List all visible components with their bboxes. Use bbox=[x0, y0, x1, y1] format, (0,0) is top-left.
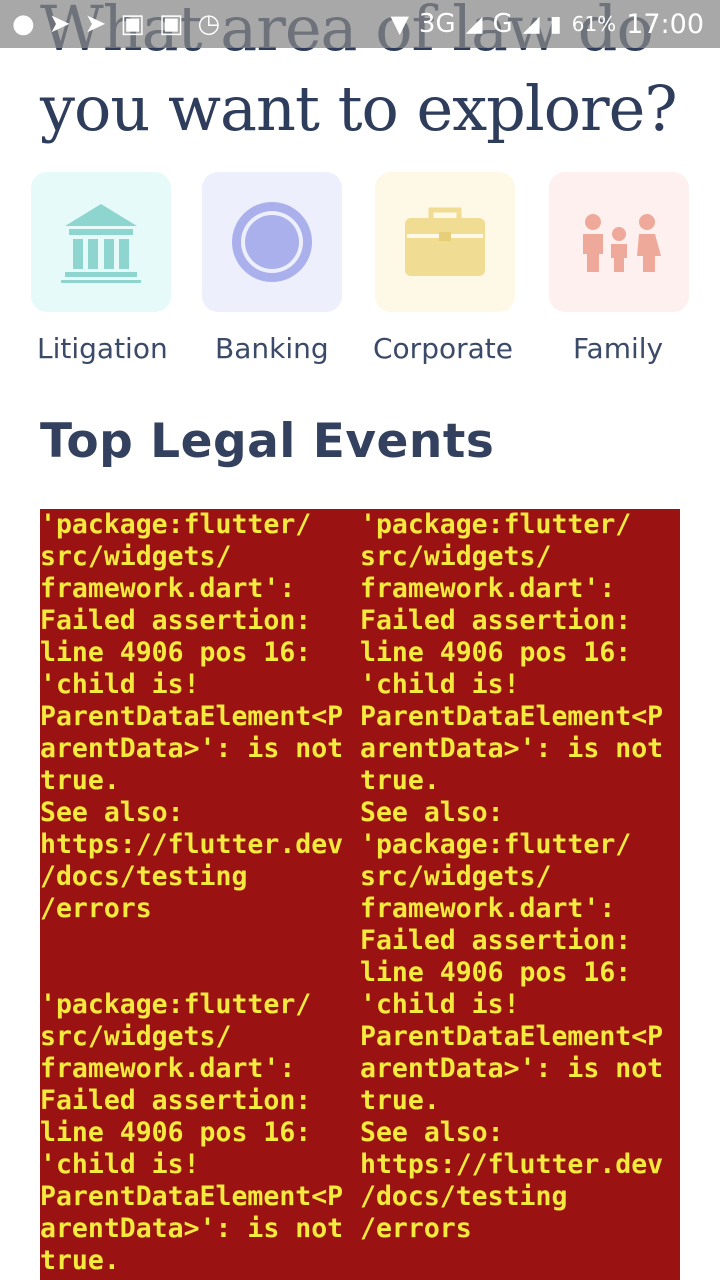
family-label: Family bbox=[573, 332, 664, 365]
banking-tile[interactable] bbox=[202, 172, 342, 312]
second-network-type: G bbox=[492, 9, 513, 39]
battery-level: 61% bbox=[571, 12, 617, 36]
family-tile[interactable] bbox=[549, 172, 689, 312]
telegram-icon: ➤ bbox=[84, 9, 107, 39]
cart-icon: ▣ bbox=[158, 9, 184, 39]
alarm-icon: ◷ bbox=[197, 9, 221, 39]
error-text-left: 'package:flutter/ src/widgets/ framework… bbox=[40, 509, 344, 1276]
corporate-tile[interactable] bbox=[375, 172, 515, 312]
briefcase-icon bbox=[405, 207, 485, 276]
page-heading-line-2: you want to explore? bbox=[40, 72, 678, 145]
corporate-label: Corporate bbox=[373, 332, 513, 365]
signal-icon: ◢ bbox=[522, 11, 540, 37]
status-bar: ● ➤ ➤ ▣ ▣ ◷ ▼ 3G ◢ G ◢ ▮ 61% 17:00 bbox=[0, 0, 720, 48]
signal-icon: ◢ bbox=[465, 11, 483, 37]
litigation-tile[interactable] bbox=[31, 172, 171, 312]
wifi-icon: ▼ bbox=[390, 10, 409, 38]
law-area-categories: Litigation Banking Corporate Family bbox=[0, 172, 720, 392]
family-icon bbox=[583, 214, 661, 272]
status-right: ▼ 3G ◢ G ◢ ▮ 61% 17:00 bbox=[390, 6, 704, 42]
telegram-icon: ➤ bbox=[48, 9, 71, 39]
error-text-right: 'package:flutter/ src/widgets/ framework… bbox=[360, 509, 664, 1244]
chat-bubble-icon: ● bbox=[12, 9, 35, 39]
courthouse-icon bbox=[61, 204, 141, 283]
clock: 17:00 bbox=[626, 8, 704, 40]
cart-icon: ▣ bbox=[120, 9, 145, 39]
coin-icon bbox=[232, 202, 312, 282]
section-title: Top Legal Events bbox=[40, 414, 495, 469]
banking-label: Banking bbox=[215, 332, 329, 365]
notification-icons: ● ➤ ➤ ▣ ▣ ◷ bbox=[12, 6, 220, 42]
error-panel: 'package:flutter/ src/widgets/ framework… bbox=[40, 509, 680, 1280]
litigation-label: Litigation bbox=[37, 332, 168, 365]
network-type: 3G bbox=[418, 9, 456, 39]
battery-icon: ▮ bbox=[549, 11, 562, 37]
